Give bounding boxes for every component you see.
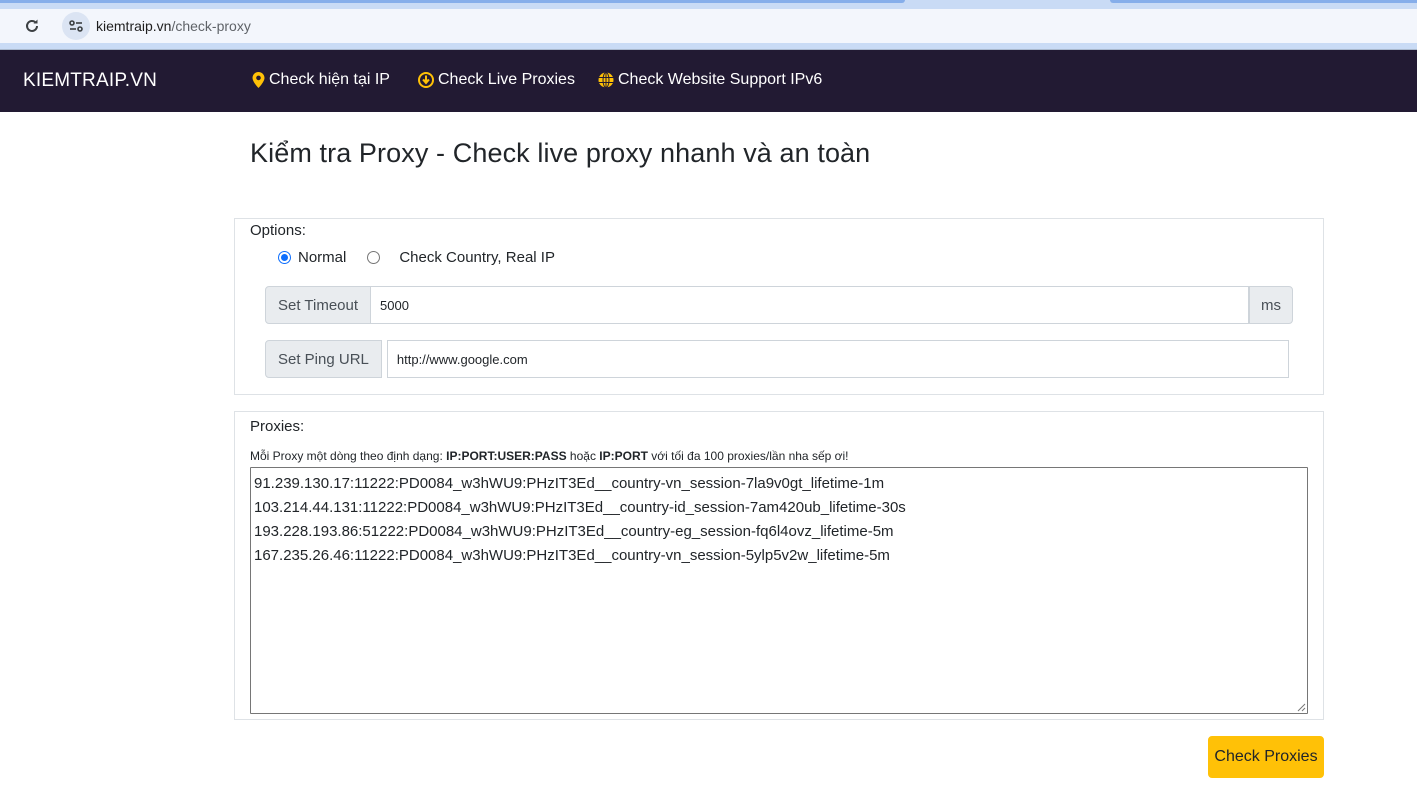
check-proxies-button[interactable]: Check Proxies bbox=[1208, 736, 1324, 778]
set-timeout-addon: Set Timeout bbox=[265, 286, 372, 324]
nav-item-check-ipv6[interactable]: Check Website Support IPv6 bbox=[598, 71, 822, 89]
mode-radio-group: Normal Check Country, Real IP bbox=[278, 249, 555, 266]
proxy-line: 103.214.44.131:11222:PD0084_w3hWU9:PHzIT… bbox=[254, 499, 906, 516]
ping-url-input[interactable] bbox=[386, 340, 1289, 378]
proxies-card: Proxies: Mỗi Proxy một dòng theo định dạ… bbox=[234, 411, 1324, 720]
timeout-input-group: Set Timeout ms bbox=[265, 286, 1293, 324]
proxies-label: Proxies: bbox=[250, 418, 305, 435]
browser-chrome: kiemtraip.vn/check-proxy bbox=[0, 0, 1417, 50]
nav-item-check-ip[interactable]: Check hiện tại IP bbox=[252, 71, 390, 89]
hint-middle: hoặc bbox=[566, 449, 600, 463]
hint-prefix: Mỗi Proxy một dòng theo định dạng: bbox=[250, 449, 447, 463]
map-marker-icon bbox=[252, 72, 265, 88]
ping-url-input-group: Set Ping URL bbox=[265, 340, 1289, 378]
radio-check-country[interactable] bbox=[367, 251, 381, 264]
reload-button[interactable] bbox=[20, 14, 44, 38]
proxies-format-hint: Mỗi Proxy một dòng theo định dạng: IP:PO… bbox=[250, 449, 849, 463]
radio-normal-label[interactable]: Normal bbox=[298, 249, 346, 266]
brand-logo[interactable]: KIEMTRAIP.VN bbox=[23, 70, 157, 92]
timeout-input[interactable] bbox=[371, 286, 1249, 324]
tune-icon bbox=[69, 20, 83, 32]
hint-suffix: với tối đa 100 proxies/lần nha sếp ơi! bbox=[647, 449, 849, 463]
arrow-circle-icon bbox=[418, 72, 434, 88]
url-path: /check-proxy bbox=[171, 18, 251, 34]
nav-item-label: Check hiện tại IP bbox=[269, 71, 390, 88]
radio-check-country-label[interactable]: Check Country, Real IP bbox=[399, 249, 555, 266]
timeout-unit-addon: ms bbox=[1249, 286, 1293, 324]
tab-strip bbox=[0, 0, 905, 3]
page-title: Kiểm tra Proxy - Check live proxy nhanh … bbox=[250, 138, 871, 168]
proxy-line: 193.228.193.86:51222:PD0084_w3hWU9:PHzIT… bbox=[254, 523, 894, 540]
address-bar[interactable]: kiemtraip.vn/check-proxy bbox=[58, 9, 1417, 43]
set-ping-url-addon: Set Ping URL bbox=[265, 340, 382, 378]
nav-item-label: Check Live Proxies bbox=[438, 71, 575, 88]
proxy-line: 167.235.26.46:11222:PD0084_w3hWU9:PHzIT3… bbox=[254, 547, 890, 564]
nav-item-label: Check Website Support IPv6 bbox=[618, 71, 823, 88]
nav-item-check-live-proxies[interactable]: Check Live Proxies bbox=[418, 71, 575, 89]
url-host: kiemtraip.vn bbox=[96, 18, 172, 34]
proxy-line: 91.239.130.17:11222:PD0084_w3hWU9:PHzIT3… bbox=[254, 475, 885, 492]
globe-icon bbox=[598, 72, 614, 88]
hint-format-short: IP:PORT bbox=[599, 449, 648, 463]
site-info-button[interactable] bbox=[62, 12, 90, 40]
radio-normal[interactable] bbox=[278, 251, 291, 264]
navbar: KIEMTRAIP.VN Check hiện tại IP Check Liv… bbox=[0, 50, 1417, 112]
options-label: Options: bbox=[250, 222, 306, 239]
resize-handle-icon[interactable] bbox=[1296, 702, 1306, 712]
proxies-textarea[interactable]: 91.239.130.17:11222:PD0084_w3hWU9:PHzIT3… bbox=[250, 467, 1308, 714]
hint-format-full: IP:PORT:USER:PASS bbox=[446, 449, 567, 463]
url-text[interactable]: kiemtraip.vn/check-proxy bbox=[96, 18, 251, 34]
tab-strip bbox=[1110, 0, 1417, 3]
options-card: Options: Normal Check Country, Real IP S… bbox=[234, 218, 1324, 395]
reload-icon bbox=[26, 19, 38, 32]
